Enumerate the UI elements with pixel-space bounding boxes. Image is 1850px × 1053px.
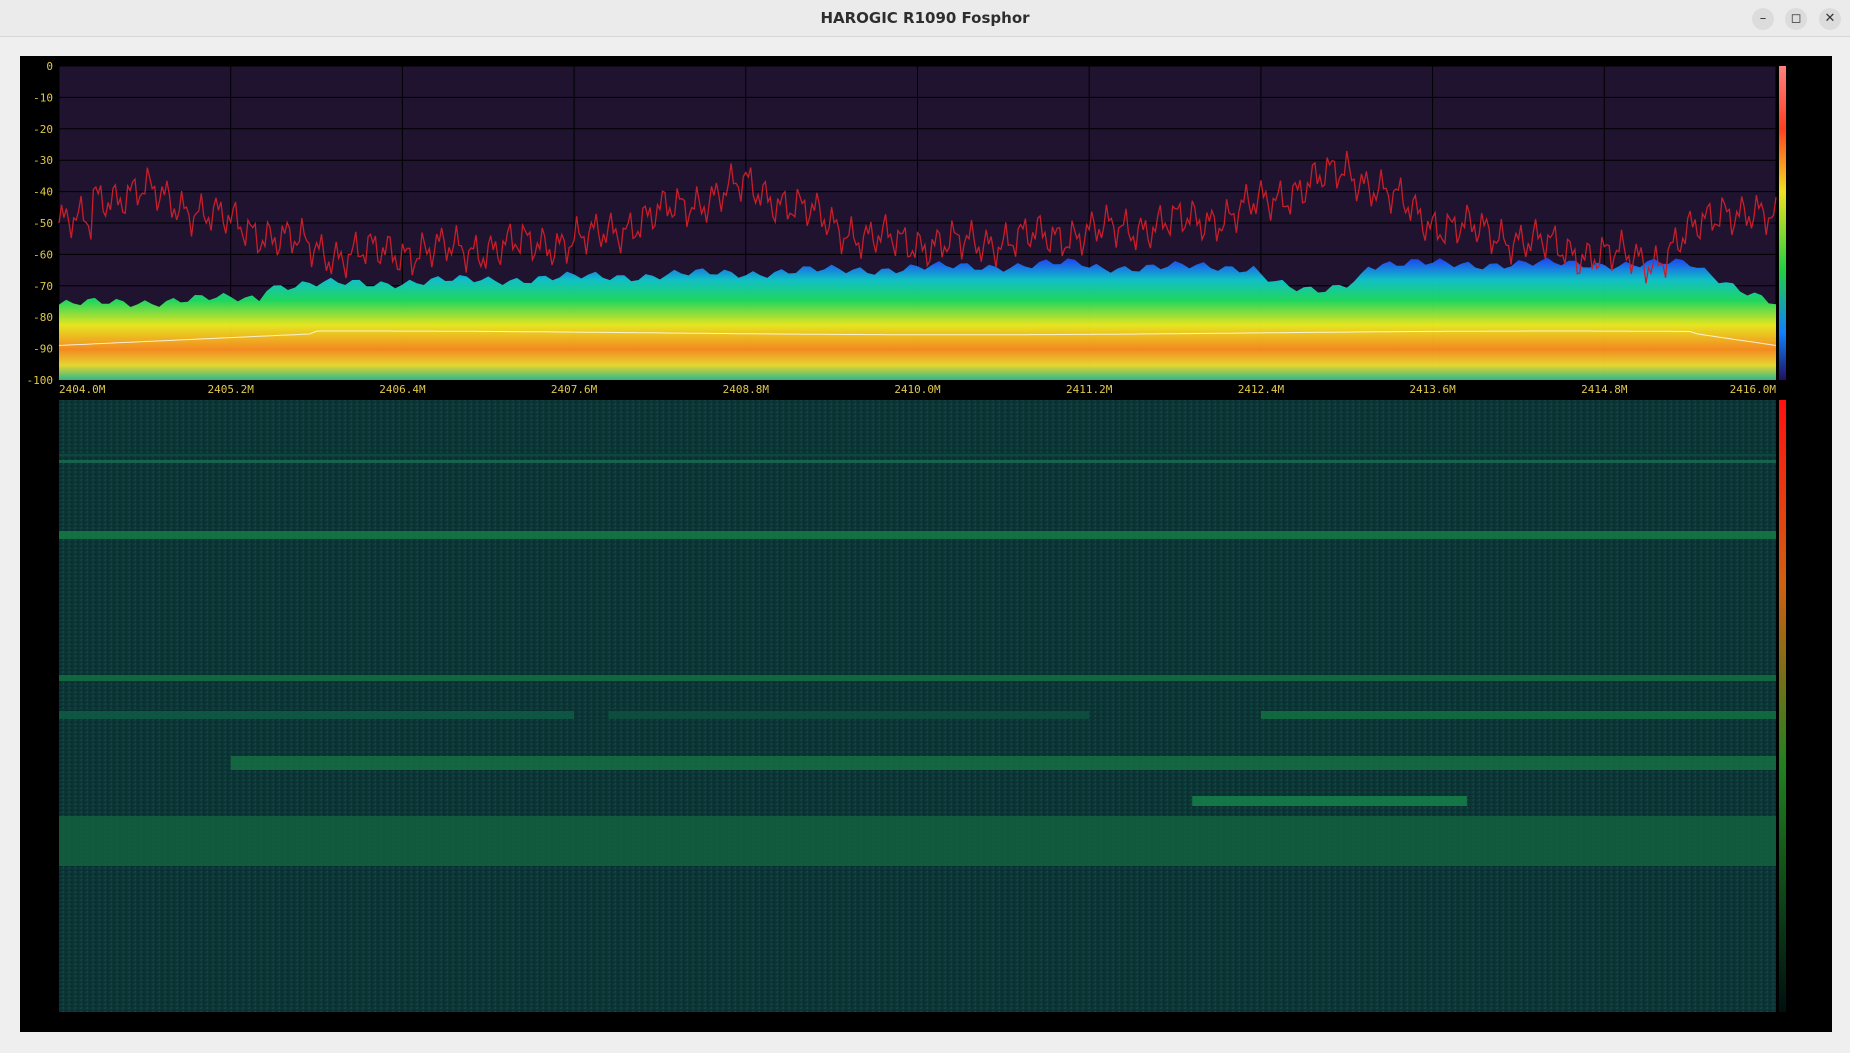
minimize-button[interactable]: –: [1752, 8, 1774, 30]
x-axis-label: 2416.0M: [1730, 383, 1777, 396]
spectrum-color-scale: [1779, 66, 1786, 380]
y-axis-label: -40: [33, 186, 53, 199]
waterfall: [59, 400, 1776, 1012]
x-axis-label: 2408.8M: [723, 383, 770, 396]
waterfall-signal-line: [59, 711, 575, 719]
y-axis-label: -100: [27, 374, 54, 387]
y-axis-label: -70: [33, 280, 53, 293]
waterfall-signal-line: [608, 711, 1090, 719]
x-axis-label: 2404.0M: [59, 383, 106, 396]
y-axis-label: 0: [46, 60, 53, 73]
y-axis-label: -50: [33, 217, 53, 230]
waterfall-signal-line: [230, 756, 1777, 770]
y-axis-label: -90: [33, 343, 53, 356]
waterfall-signal-line: [59, 460, 1776, 463]
window-titlebar: HAROGIC R1090 Fosphor – ◻ ✕: [0, 0, 1850, 37]
restore-button[interactable]: ◻: [1785, 8, 1807, 30]
window-title: HAROGIC R1090 Fosphor: [820, 9, 1030, 27]
x-axis-label: 2405.2M: [208, 383, 255, 396]
y-axis-label: -20: [33, 123, 53, 136]
fosphor-display: 0 -10 -20 -30 -40 -50 -60 -70 -80 -90 -100 2404.0M…: [27, 60, 1786, 1012]
x-axis-label: 2412.4M: [1238, 383, 1285, 396]
x-axis-label: 2406.4M: [379, 383, 426, 396]
waterfall-signal-line: [59, 531, 1776, 539]
waterfall-signal-line: [59, 454, 1776, 456]
waterfall-signal-line: [1192, 796, 1467, 806]
waterfall-signal-line: [1260, 711, 1776, 719]
x-axis-label: 2413.6M: [1409, 383, 1456, 396]
x-axis-label: 2411.2M: [1066, 383, 1113, 396]
y-axis-label: -10: [33, 91, 53, 104]
y-axis-labels: 0 -10 -20 -30 -40 -50 -60 -70 -80 -90 -100: [27, 60, 54, 387]
y-axis-label: -60: [33, 248, 53, 261]
y-axis-label: -30: [33, 154, 53, 167]
x-axis-label: 2407.6M: [551, 383, 598, 396]
close-button[interactable]: ✕: [1819, 8, 1841, 30]
waterfall-color-scale: [1779, 400, 1786, 1012]
fosphor-canvas[interactable]: 0 -10 -20 -30 -40 -50 -60 -70 -80 -90 -100 2404.0M…: [20, 56, 1832, 1032]
x-axis-label: 2410.0M: [894, 383, 941, 396]
waterfall-signal-line: [59, 816, 1776, 866]
waterfall-signal-line: [59, 675, 1776, 681]
x-axis-labels: 2404.0M 2405.2M 2406.4M 2407.6M 2408.8M 2410.…: [59, 383, 1776, 396]
x-axis-label: 2414.8M: [1581, 383, 1628, 396]
y-axis-label: -80: [33, 311, 53, 324]
